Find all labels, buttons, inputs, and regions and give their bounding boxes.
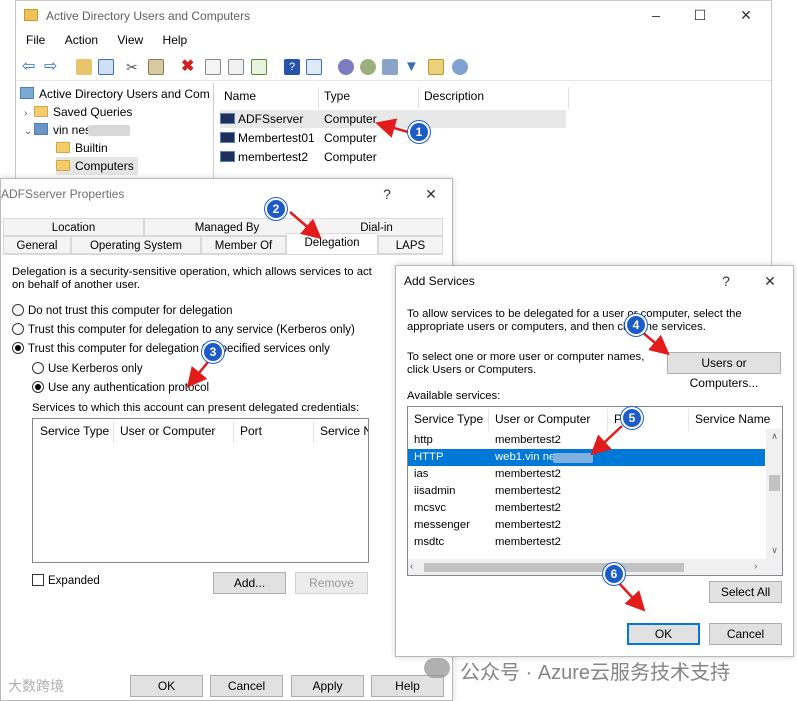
wechat-icon xyxy=(424,658,450,678)
watermark-left: 大数跨境 xyxy=(8,678,64,694)
step-badge: 1 xyxy=(408,121,430,143)
step-badge: 5 xyxy=(621,407,643,429)
arrow-6 xyxy=(617,581,646,612)
step-badge: 3 xyxy=(202,341,224,363)
arrow-5 xyxy=(590,425,623,456)
arrow-2 xyxy=(289,211,322,240)
step-badge: 4 xyxy=(625,314,647,336)
arrow-4 xyxy=(641,331,670,356)
watermark-right: 公众号 · Azure云服务技术支持 xyxy=(460,662,731,684)
arrow-3 xyxy=(186,361,209,388)
step-badge: 2 xyxy=(265,198,287,220)
arrow-1 xyxy=(375,118,409,138)
annotation-arrows xyxy=(186,118,670,612)
step-badge: 6 xyxy=(603,563,625,585)
